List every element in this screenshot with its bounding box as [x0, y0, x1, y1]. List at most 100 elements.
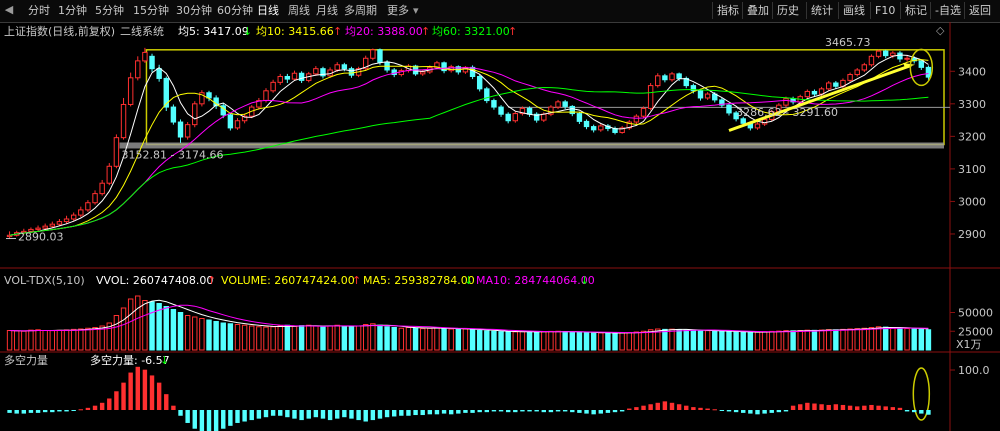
candle-body: [106, 165, 112, 184]
force-bar: [320, 410, 326, 419]
candle-body: [583, 120, 590, 128]
candle-body: [177, 121, 184, 138]
tab-15min[interactable]: 15分钟: [133, 3, 169, 19]
candle-body: [890, 52, 896, 57]
volume-bar: [719, 330, 725, 351]
vol-label-50000: 50000: [958, 307, 993, 320]
volume-bar: [840, 328, 846, 351]
tab-weekly[interactable]: 周线: [288, 3, 310, 19]
force-bar: [498, 410, 504, 412]
kline-chart[interactable]: 上证指数(日线,前复权) 二线系统 均5: 3417.09 ↓ 均10: 341…: [0, 22, 1000, 431]
legend-vvol-arrow: ↑: [207, 274, 216, 287]
force-bar: [869, 404, 874, 410]
back-arrow-icon[interactable]: ◀: [2, 3, 16, 17]
f10-button[interactable]: F10: [870, 2, 899, 19]
history-button[interactable]: 历史: [772, 2, 803, 19]
candle-body: [476, 75, 483, 90]
force-bar: [655, 402, 660, 410]
volume-bar: [505, 331, 511, 351]
force-bar: [28, 410, 34, 413]
candle-body: [234, 120, 241, 129]
candle-body: [562, 101, 568, 107]
force-bar: [406, 410, 411, 416]
candle-body: [662, 75, 668, 81]
volume-bar: [918, 328, 925, 351]
candle-body: [192, 103, 198, 126]
volume-bar: [797, 330, 803, 351]
force-bar: [313, 410, 319, 418]
volume-bar: [6, 330, 13, 351]
candle-body: [49, 223, 56, 227]
candle-body: [861, 64, 868, 71]
main-y-axis: 2900 3000 3100 3200 3300 3400: [950, 65, 986, 241]
candle-body: [655, 75, 661, 87]
tab-fenshi[interactable]: 分时: [28, 3, 50, 19]
vol-label-25000: 25000: [958, 325, 993, 338]
force-bar: [306, 410, 311, 419]
return-button[interactable]: 返回: [964, 2, 995, 19]
candle-body: [555, 101, 561, 108]
volume-bar: [811, 329, 818, 351]
volume-bar: [263, 326, 269, 351]
volume-bar: [277, 325, 283, 351]
legend-ma5-arrow: ↓: [243, 25, 252, 38]
statistics-button[interactable]: 统计: [806, 2, 837, 19]
force-bar: [349, 410, 354, 419]
force-bar: [178, 410, 183, 416]
volume-bar: [484, 330, 490, 351]
tab-30min[interactable]: 30分钟: [176, 3, 212, 19]
draw-line-button[interactable]: 画线: [838, 2, 869, 19]
volume-bar: [548, 330, 554, 351]
candle-body: [740, 118, 746, 124]
candle-body: [761, 118, 768, 125]
force-bar: [833, 404, 839, 410]
tab-daily[interactable]: 日线: [257, 3, 279, 19]
more-dropdown-icon[interactable]: ▾: [413, 3, 419, 19]
candle-body: [647, 85, 654, 109]
candle-body: [370, 49, 376, 59]
volume-y-axis: 25000 50000: [950, 307, 993, 338]
force-bar: [491, 410, 497, 412]
candle-body: [526, 107, 533, 115]
y-label-3300: 3300: [958, 98, 986, 111]
volume-bar: [21, 330, 27, 351]
force-bar: [577, 410, 582, 413]
volume-bar: [163, 306, 169, 351]
tab-more[interactable]: 更多: [387, 3, 409, 19]
tab-multi-period[interactable]: 多周期: [344, 3, 377, 19]
volume-bar: [70, 328, 77, 351]
force-bar: [156, 382, 162, 410]
volume-bar: [405, 327, 412, 351]
volume-bar: [776, 330, 782, 351]
force-bar: [741, 410, 746, 413]
force-bar: [705, 408, 710, 410]
overlay-button[interactable]: 叠加: [742, 2, 773, 19]
volume-bar: [370, 323, 376, 351]
force-bar: [206, 410, 212, 431]
tab-1min[interactable]: 1分钟: [58, 3, 87, 19]
legend-ma20: 均20: 3388.00: [345, 25, 423, 38]
volume-bar: [142, 300, 148, 351]
force-bar: [192, 410, 197, 429]
force-bar: [819, 404, 824, 410]
tab-monthly[interactable]: 月线: [316, 3, 338, 19]
force-title: 多空力量: [4, 353, 48, 367]
volume-bar: [697, 330, 704, 351]
mark-button[interactable]: 标记: [900, 2, 931, 19]
legend-vol-ma10: MA10: 284744064.00: [476, 274, 595, 287]
volume-bar: [256, 326, 262, 351]
force-bar: [876, 405, 881, 410]
volume-bar: [177, 312, 184, 351]
diamond-icon[interactable]: ◇: [936, 24, 945, 37]
volume-bar: [619, 332, 625, 351]
volume-bar: [726, 331, 732, 351]
force-bar: [185, 410, 190, 423]
tab-60min[interactable]: 60分钟: [217, 3, 253, 19]
volume-bar: [897, 327, 903, 351]
force-bar: [384, 410, 390, 418]
tab-5min[interactable]: 5分钟: [95, 3, 124, 19]
indicator-button[interactable]: 指标: [712, 2, 743, 19]
add-watchlist-button[interactable]: -自选: [930, 2, 965, 19]
candle-body: [491, 100, 497, 108]
volume-bar: [598, 332, 604, 351]
